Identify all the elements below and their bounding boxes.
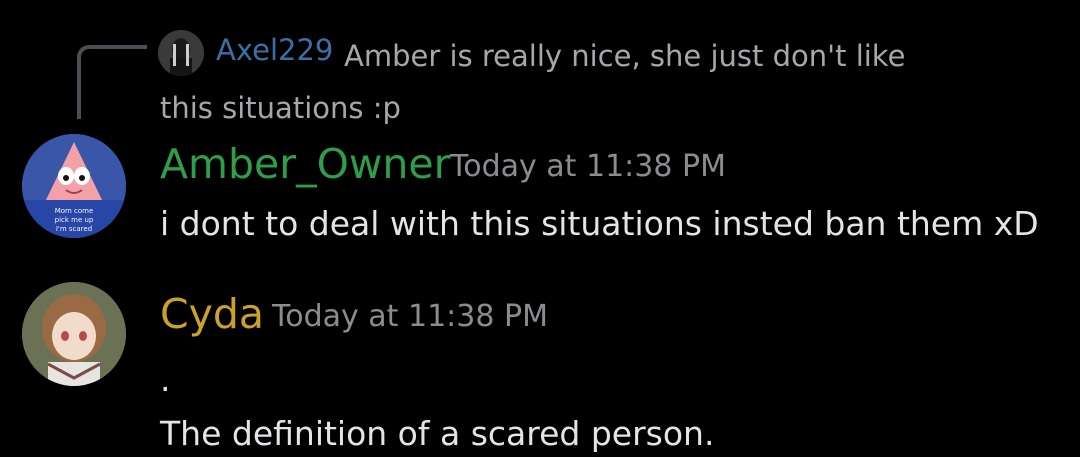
- author-name[interactable]: Cyda: [160, 290, 264, 338]
- avatar-caption-line: pick me up: [55, 216, 94, 224]
- message-text[interactable]: The definition of a scared person.: [160, 412, 714, 456]
- message-timestamp[interactable]: Today at 11:38 PM: [272, 297, 548, 337]
- avatar-caption-line: Mom come: [55, 207, 94, 215]
- message-text[interactable]: i dont to deal with this situations inst…: [160, 202, 1039, 246]
- message-text[interactable]: .: [160, 358, 171, 402]
- reply-connector: [77, 45, 147, 119]
- avatar-caption-line: I'm scared: [56, 225, 92, 233]
- reply-message-text[interactable]: Amber is really nice, she just don't lik…: [160, 30, 960, 134]
- user-avatar[interactable]: Mom come pick me up I'm scared: [22, 134, 126, 238]
- author-name[interactable]: Amber_Owner: [160, 140, 450, 188]
- message-timestamp[interactable]: Today at 11:38 PM: [450, 147, 726, 187]
- user-avatar[interactable]: [22, 282, 126, 386]
- patrick-avatar-image: Mom come pick me up I'm scared: [22, 134, 126, 238]
- anime-avatar-image: [22, 282, 126, 386]
